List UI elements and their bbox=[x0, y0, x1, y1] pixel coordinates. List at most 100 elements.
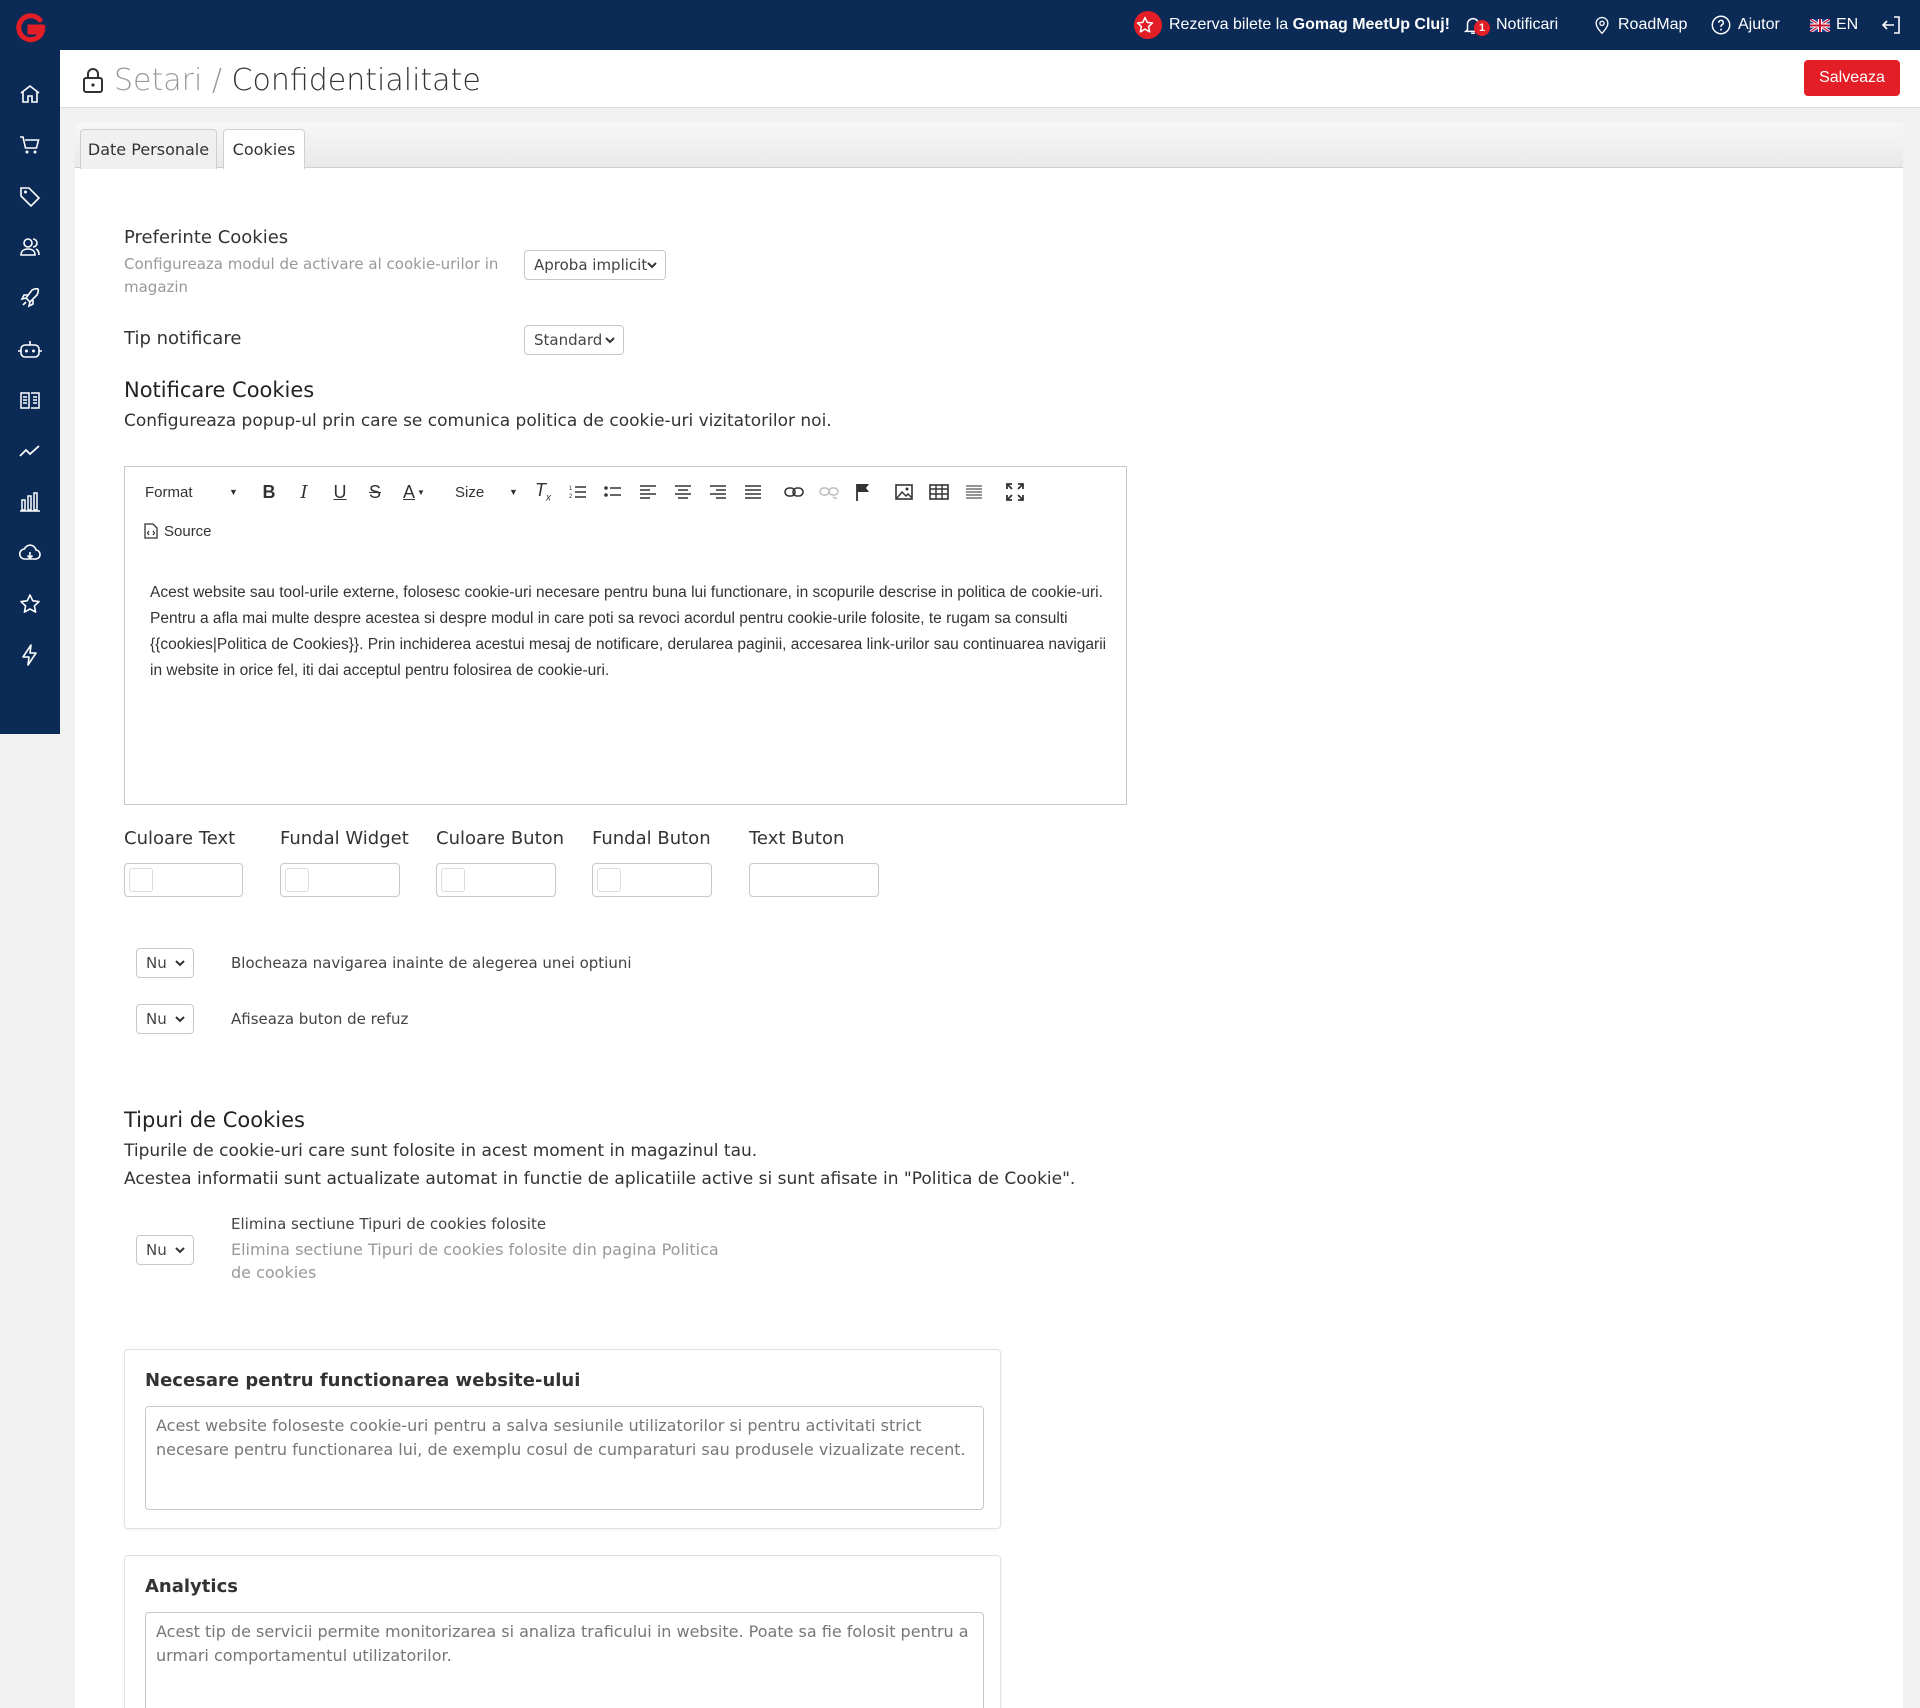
align-center-button[interactable] bbox=[671, 480, 695, 504]
lock-icon bbox=[83, 68, 103, 93]
button-background-input[interactable] bbox=[592, 863, 712, 897]
sidebar-item-trends[interactable] bbox=[0, 431, 60, 471]
sidebar-item-favorites[interactable] bbox=[0, 584, 60, 624]
rocket-icon bbox=[20, 287, 40, 308]
strikethrough-button[interactable]: S bbox=[363, 480, 387, 504]
page-title: Confidentialitate bbox=[231, 63, 481, 98]
map-pin-icon bbox=[1595, 16, 1609, 35]
cookie-type-card: Necesare pentru functionarea website-ulu… bbox=[124, 1349, 1001, 1529]
source-button[interactable]: Source bbox=[144, 519, 224, 543]
color-swatch[interactable] bbox=[285, 868, 309, 892]
promo-text: Rezerva bilete la bbox=[1169, 16, 1293, 33]
remove-section-label: Elimina sectiune Tipuri de cookies folos… bbox=[231, 1215, 547, 1233]
save-button[interactable]: Salveaza bbox=[1804, 60, 1900, 96]
chevron-down-icon bbox=[175, 1247, 185, 1254]
size-dropdown[interactable]: Size ▼ bbox=[455, 480, 521, 504]
format-dropdown[interactable]: Format ▼ bbox=[145, 480, 238, 504]
home-icon bbox=[20, 84, 40, 103]
gomag-logo[interactable] bbox=[13, 12, 47, 46]
cookie-type-description[interactable]: Acest website foloseste cookie-uri pentr… bbox=[145, 1406, 984, 1510]
underline-button[interactable]: U bbox=[328, 480, 352, 504]
maximize-button[interactable] bbox=[1003, 480, 1027, 504]
tab-cookies[interactable]: Cookies bbox=[223, 129, 305, 169]
color-swatch[interactable] bbox=[597, 868, 621, 892]
cookie-preferences-value: Aproba implicit bbox=[534, 256, 648, 274]
sidebar-item-home[interactable] bbox=[0, 74, 60, 114]
logout-icon bbox=[1881, 16, 1900, 34]
anchor-button[interactable] bbox=[851, 480, 875, 504]
sidebar-item-marketing[interactable] bbox=[0, 278, 60, 318]
sidebar-item-reports[interactable] bbox=[0, 482, 60, 522]
cookie-type-card: Analytics Acest tip de servicii permite … bbox=[124, 1555, 1001, 1708]
cookie-type-description[interactable]: Acest tip de servicii permite monitoriza… bbox=[145, 1612, 984, 1708]
tab-personal-data[interactable]: Date Personale bbox=[80, 129, 217, 169]
source-label: Source bbox=[164, 522, 212, 540]
remove-format-button[interactable]: Tx bbox=[531, 480, 555, 504]
image-button[interactable] bbox=[892, 480, 916, 504]
cart-icon bbox=[20, 136, 40, 154]
notification-section-title: Notificare Cookies bbox=[124, 378, 315, 402]
sidebar-item-customers[interactable] bbox=[0, 227, 60, 267]
remove-section-value: Nu bbox=[146, 1241, 167, 1259]
help-label: Ajutor bbox=[1738, 16, 1780, 33]
sidebar-item-apps[interactable] bbox=[0, 635, 60, 675]
rich-text-editor[interactable]: Format ▼ B I U S A ▼ Size ▼ Tx 12 Source… bbox=[124, 466, 1127, 805]
caret-down-icon: ▼ bbox=[509, 487, 518, 497]
refuse-button-select[interactable]: Nu bbox=[136, 1004, 194, 1034]
widget-background-input[interactable] bbox=[280, 863, 400, 897]
sidebar-item-orders[interactable] bbox=[0, 125, 60, 165]
table-button[interactable] bbox=[927, 480, 951, 504]
button-text-input[interactable] bbox=[749, 863, 879, 897]
bolt-icon bbox=[22, 644, 37, 666]
svg-text:2: 2 bbox=[569, 494, 573, 500]
robot-icon bbox=[18, 341, 42, 358]
unlink-button[interactable] bbox=[816, 480, 842, 504]
uk-flag-icon bbox=[1810, 18, 1830, 32]
horizontal-line-button[interactable] bbox=[962, 480, 986, 504]
bar-chart-icon bbox=[20, 492, 40, 512]
color-swatch[interactable] bbox=[441, 868, 465, 892]
promo-link[interactable]: Rezerva bilete la Gomag MeetUp Cluj! bbox=[1134, 0, 1450, 50]
align-left-icon bbox=[640, 485, 656, 499]
align-left-button[interactable] bbox=[636, 480, 660, 504]
notification-type-select[interactable]: Standard bbox=[524, 325, 624, 355]
color-swatch[interactable] bbox=[129, 868, 153, 892]
trend-icon bbox=[19, 445, 40, 457]
notifications-button[interactable]: 1 Notificari bbox=[1462, 0, 1558, 50]
block-navigation-select[interactable]: Nu bbox=[136, 948, 194, 978]
button-color-label: Culoare Buton bbox=[436, 828, 565, 849]
link-icon bbox=[784, 487, 804, 497]
chevron-down-icon bbox=[647, 262, 657, 269]
language-selector[interactable]: EN bbox=[1810, 0, 1858, 50]
notification-type-value: Standard bbox=[534, 331, 603, 349]
link-button[interactable] bbox=[781, 480, 807, 504]
cookie-types-desc-2: Acestea informatii sunt actualizate auto… bbox=[124, 1169, 1076, 1189]
sidebar-item-cloud[interactable] bbox=[0, 533, 60, 573]
remove-section-select[interactable]: Nu bbox=[136, 1235, 194, 1265]
chevron-down-icon bbox=[175, 1016, 185, 1023]
sidebar-item-ai[interactable] bbox=[0, 329, 60, 369]
notification-count-badge: 1 bbox=[1474, 20, 1490, 36]
justify-button[interactable] bbox=[741, 480, 765, 504]
sidebar-item-content[interactable] bbox=[0, 380, 60, 420]
align-right-button[interactable] bbox=[706, 480, 730, 504]
text-color-button[interactable]: A ▼ bbox=[398, 480, 430, 504]
bulleted-list-button[interactable] bbox=[601, 480, 625, 504]
bold-button[interactable]: B bbox=[257, 480, 281, 504]
help-link[interactable]: Ajutor bbox=[1710, 0, 1780, 50]
justify-icon bbox=[745, 485, 761, 499]
tag-icon bbox=[20, 187, 41, 208]
cookie-preferences-select[interactable]: Aproba implicit bbox=[524, 250, 666, 280]
numbered-list-button[interactable]: 12 bbox=[566, 480, 590, 504]
logout-button[interactable] bbox=[1880, 0, 1910, 50]
italic-button[interactable]: I bbox=[292, 480, 316, 504]
sidebar bbox=[0, 0, 60, 734]
language-label: EN bbox=[1836, 16, 1859, 33]
editor-content[interactable]: Acest website sau tool-urile externe, fo… bbox=[150, 580, 1110, 684]
button-color-input[interactable] bbox=[436, 863, 556, 897]
sidebar-item-products[interactable] bbox=[0, 176, 60, 216]
breadcrumb-parent[interactable]: Setari bbox=[114, 63, 202, 98]
text-color-input[interactable] bbox=[124, 863, 243, 897]
roadmap-link[interactable]: RoadMap bbox=[1592, 0, 1687, 50]
breadcrumb-separator: / bbox=[211, 63, 222, 98]
